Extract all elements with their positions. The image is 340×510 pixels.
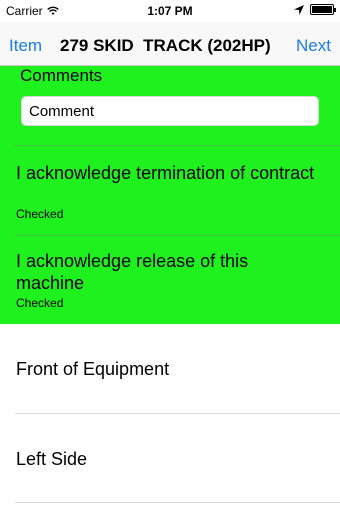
ack-release-status: Checked: [16, 296, 64, 310]
page-title: 279 SKID TRACK (202HP): [60, 36, 271, 55]
ack-termination-status: Checked: [16, 207, 64, 221]
ack-termination-text: I acknowledge termination of contract: [16, 163, 315, 183]
navigation-bar: Item 279 SKID TRACK (202HP) Next: [0, 22, 340, 66]
battery-icon: [310, 4, 336, 15]
acknowledge-release-row[interactable]: I acknowledge release of this machine Ch…: [0, 236, 340, 324]
ack-release-text: I acknowledge release of this machine: [16, 251, 249, 293]
section-label: Front of Equipment: [16, 359, 170, 379]
section-label: Left Side: [16, 449, 88, 469]
confirmation-section: Comments I acknowledge termination of co…: [0, 66, 340, 324]
front-of-equipment-row[interactable]: Front of Equipment: [0, 324, 340, 413]
status-bar: Carrier 1:07 PM: [0, 0, 340, 22]
next-button[interactable]: Next: [296, 36, 331, 56]
left-side-row[interactable]: Left Side: [0, 414, 340, 503]
item-back-button[interactable]: Item: [9, 36, 42, 56]
status-right: [294, 4, 336, 15]
acknowledge-termination-row[interactable]: I acknowledge termination of contract Ch…: [0, 146, 340, 235]
comment-input[interactable]: [21, 96, 319, 126]
status-time: 1:07 PM: [147, 4, 193, 18]
separator: [15, 502, 340, 503]
location-icon: [294, 4, 304, 15]
comments-label: Comments: [20, 66, 103, 85]
